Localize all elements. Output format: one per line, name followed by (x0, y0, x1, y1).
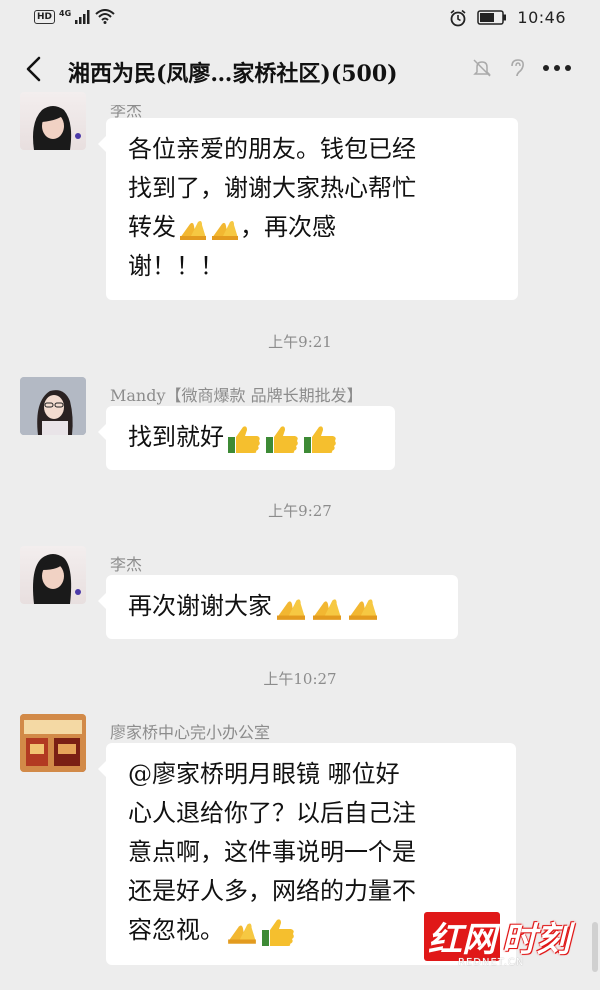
message-line: 转发 ，再次感 (128, 208, 496, 247)
message-line: 谢！！！ (128, 252, 224, 280)
watermark-logo: 红网 时刻 (424, 912, 570, 961)
watermark-brand-white: 时刻 (502, 920, 570, 960)
more-options-icon[interactable] (542, 64, 572, 72)
timestamp: 上午9:21 (268, 333, 332, 351)
wifi-icon (95, 9, 115, 24)
message-bubble[interactable]: 各位亲爱的朋友。钱包已经 找到了，谢谢大家热心帮忙 转发 ，再次感 谢！！！ (98, 118, 518, 300)
status-bar: HD 4G 10:46 (0, 0, 600, 36)
thumbs-up-emoji-icon (266, 425, 298, 453)
message-line: @廖家桥明月眼镜 哪位好 (128, 760, 400, 788)
status-right: 10:46 (449, 8, 566, 27)
folded-hands-emoji-icon (212, 220, 238, 240)
battery-icon (477, 10, 507, 25)
network-type: 4G (59, 9, 72, 18)
folded-hands-emoji-icon (313, 598, 341, 620)
sender-avatar[interactable] (20, 546, 86, 604)
thumbs-up-emoji-icon (304, 425, 336, 453)
message-text: 容忽视。 (128, 916, 224, 944)
sender-name: 李杰 (110, 555, 143, 574)
message-line: 各位亲爱的朋友。钱包已经 (128, 135, 416, 163)
sender-name: 廖家桥中心完小办公室 (110, 723, 271, 742)
scrollbar[interactable] (592, 922, 598, 972)
message-bubble[interactable]: 找到就好 (98, 406, 395, 470)
sender-avatar[interactable] (20, 92, 86, 150)
alarm-icon (450, 9, 466, 26)
sender-avatar[interactable] (20, 714, 86, 772)
chat-header: 湘西为民(凤廖…家桥社区)(500) (0, 40, 600, 100)
timestamp: 上午10:27 (263, 670, 337, 688)
folded-hands-emoji-icon (277, 598, 305, 620)
header-actions (472, 58, 572, 78)
message-text: 找到就好 (128, 423, 224, 451)
timestamp: 上午9:27 (268, 502, 332, 520)
message-line: 心人退给你了？以后自己注 (128, 799, 416, 827)
hd-badge: HD (34, 9, 56, 24)
back-arrow-icon[interactable] (20, 54, 50, 84)
thumbs-up-emoji-icon (228, 425, 260, 453)
message-bubble[interactable]: 再次谢谢大家 (98, 575, 458, 639)
message-text: 转发 (128, 213, 176, 241)
message-line: 找到了，谢谢大家热心帮忙 (128, 174, 416, 202)
rednet-watermark: 红网 时刻 REDNET.CN (424, 912, 570, 968)
mute-bell-icon (473, 59, 491, 77)
folded-hands-emoji-icon (349, 598, 377, 620)
chat-title: 湘西为民(凤廖…家桥社区)(500) (68, 61, 398, 87)
message-text: ，再次感 (240, 213, 336, 241)
watermark-brand-red: 红网 (424, 912, 500, 961)
sender-avatar[interactable] (20, 377, 86, 435)
signal-icon (75, 9, 90, 24)
folded-hands-emoji-icon (180, 220, 206, 240)
thumbs-up-emoji-icon (262, 918, 294, 946)
sender-name: Mandy【微商爆款 品牌长期批发】 (110, 386, 363, 405)
status-time: 10:46 (517, 8, 566, 27)
message-line: 还是好人多，网络的力量不 (128, 877, 416, 905)
message-line: 意点啊，这件事说明一个是 (128, 838, 416, 866)
message-text: 再次谢谢大家 (128, 592, 272, 620)
status-left: HD 4G (34, 9, 115, 24)
ear-icon (511, 59, 524, 77)
folded-hands-emoji-icon (228, 922, 256, 944)
